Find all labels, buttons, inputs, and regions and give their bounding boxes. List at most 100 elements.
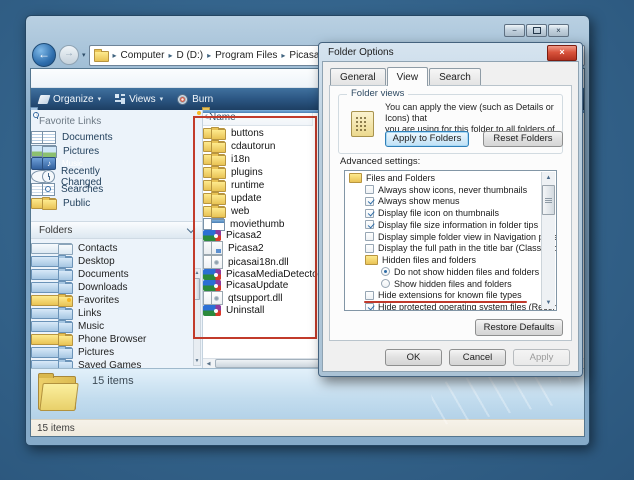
favorite-link-icon [42, 145, 57, 158]
close-icon: × [556, 25, 561, 35]
advanced-setting-row[interactable]: Files and Folders [346, 172, 542, 184]
favorite-link[interactable]: Public [31, 197, 90, 210]
tree-item[interactable]: Contacts [31, 243, 117, 255]
breadcrumb-segment[interactable]: ▸ D (D:) [168, 50, 203, 61]
folder-icon [349, 172, 362, 183]
folder-icon [93, 48, 109, 62]
checkbox[interactable] [365, 185, 374, 195]
folders-band[interactable]: Folders [31, 221, 202, 239]
ok-button[interactable]: OK [385, 349, 442, 366]
large-folder-icon [38, 369, 80, 413]
scroll-down-icon[interactable]: ▼ [194, 357, 200, 365]
favorite-link[interactable]: Searches [31, 183, 103, 196]
tree-item[interactable]: Pictures [31, 346, 114, 359]
advanced-setting-row[interactable]: Hidden files and folders [346, 254, 542, 266]
tab-view[interactable]: View [386, 67, 429, 86]
back-icon: ← [38, 47, 50, 61]
tree-item[interactable]: Documents [31, 268, 129, 281]
favorite-link[interactable]: Recently Changed [31, 166, 102, 188]
advanced-setting-row[interactable]: Display simple folder view in Navigation… [346, 231, 556, 243]
scroll-left-icon[interactable]: ◀ [203, 360, 214, 368]
tree-folder-icon [58, 244, 73, 255]
views-grid-icon [115, 94, 126, 104]
scrollbar-thumb[interactable] [542, 185, 555, 215]
tree-item[interactable]: Music [31, 320, 104, 333]
cancel-button[interactable]: Cancel [449, 349, 506, 366]
tree-folder-icon [58, 320, 73, 333]
maximize-icon [532, 27, 541, 34]
advanced-settings-label: Advanced settings: [340, 156, 421, 167]
checkbox[interactable] [365, 220, 374, 230]
advanced-setting-row[interactable]: Display the full path in the title bar (… [346, 243, 556, 255]
view-tab-page: Folder views You can apply the view (suc… [329, 85, 572, 341]
folder-options-dialog: Folder Options × General View Search Fol… [318, 42, 583, 377]
scroll-up-icon[interactable]: ▲ [542, 172, 555, 184]
restore-defaults-button[interactable]: Restore Defaults [475, 319, 563, 336]
apply-button[interactable]: Apply [513, 349, 570, 366]
desktop: − × ← → ▾ ▸ Computer ▸ D (D:) ▸ Program Files… [0, 0, 634, 480]
checkbox[interactable] [365, 196, 374, 206]
tree-folder-icon [58, 346, 73, 359]
minimize-button[interactable]: − [504, 24, 525, 37]
explorer-titlebar[interactable]: − × [30, 16, 585, 42]
checkbox[interactable] [381, 279, 390, 289]
tree-item[interactable]: Desktop [31, 255, 115, 268]
tree-item[interactable]: Favorites [31, 294, 119, 307]
minimize-icon: − [512, 25, 517, 35]
checkbox[interactable] [381, 267, 390, 277]
crumb-separator-icon: ▸ [281, 50, 286, 60]
advanced-setting-row[interactable]: Always show icons, never thumbnails [346, 184, 542, 196]
tree-folder-icon [58, 294, 73, 307]
chevron-down-icon: ▾ [159, 96, 164, 103]
reset-folders-button[interactable]: Reset Folders [483, 131, 563, 147]
crumb-separator-icon: ▸ [112, 50, 117, 60]
tree-folder-icon [58, 255, 73, 268]
close-icon: × [559, 47, 565, 57]
tab-search[interactable]: Search [429, 68, 481, 85]
tree-folder-icon [58, 281, 73, 294]
checkbox[interactable] [365, 243, 374, 253]
tree-item[interactable]: Links [31, 307, 101, 320]
tree-folder-icon [58, 307, 73, 320]
advanced-setting-row[interactable]: Display file size information in folder … [346, 219, 542, 231]
favorite-link[interactable]: Pictures [31, 145, 99, 158]
breadcrumb-segment[interactable]: ▸ Computer [113, 50, 165, 61]
organize-button[interactable]: Organize ▾ [37, 94, 102, 105]
tree-item[interactable]: Phone Browser [31, 333, 146, 346]
list-scrollbar[interactable]: ▲ ▼ [541, 172, 555, 309]
dialog-titlebar[interactable]: Folder Options × [322, 43, 579, 61]
groupbox-label: Folder views [347, 88, 409, 99]
checkbox[interactable] [365, 290, 374, 300]
history-dropdown-icon[interactable]: ▾ [82, 51, 86, 59]
crumb-separator-icon: ▸ [207, 50, 212, 60]
advanced-setting-row[interactable]: Do not show hidden files and folders [346, 266, 542, 278]
details-view-icon [351, 111, 374, 137]
close-button[interactable]: × [548, 24, 569, 37]
item-count-text: 15 items [92, 375, 134, 387]
back-button[interactable]: ← [32, 43, 56, 67]
chevron-down-icon: ▾ [97, 96, 102, 103]
maximize-button[interactable] [526, 24, 547, 37]
favorite-link[interactable]: Documents [31, 131, 113, 144]
tab-general[interactable]: General [330, 68, 386, 85]
favorite-link-icon [42, 197, 57, 210]
status-bar: 15 items [31, 419, 584, 436]
caption-buttons: − × [503, 24, 569, 37]
favorite-link[interactable]: ♪ Music [31, 157, 83, 170]
scroll-down-icon[interactable]: ▼ [542, 297, 555, 309]
tree-item[interactable]: Downloads [31, 281, 127, 294]
advanced-setting-row[interactable]: Show hidden files and folders [346, 278, 542, 290]
checkbox[interactable] [365, 302, 374, 310]
favorite-links-header: Favorite Links [39, 116, 102, 127]
checkbox[interactable] [365, 232, 374, 242]
dialog-close-button[interactable]: × [547, 45, 577, 61]
burn-button[interactable]: Burn [177, 93, 213, 105]
advanced-setting-row[interactable]: Hide extensions for known file types [346, 290, 542, 303]
advanced-setting-row[interactable]: Always show menus [346, 196, 542, 208]
checkbox[interactable] [365, 208, 374, 218]
breadcrumb-segment[interactable]: ▸ Program Files [207, 50, 277, 61]
forward-button[interactable]: → [59, 45, 79, 65]
views-button[interactable]: Views ▾ [115, 94, 163, 105]
advanced-setting-row[interactable]: Display file icon on thumbnails [346, 207, 542, 219]
apply-to-folders-button[interactable]: Apply to Folders [385, 131, 469, 147]
